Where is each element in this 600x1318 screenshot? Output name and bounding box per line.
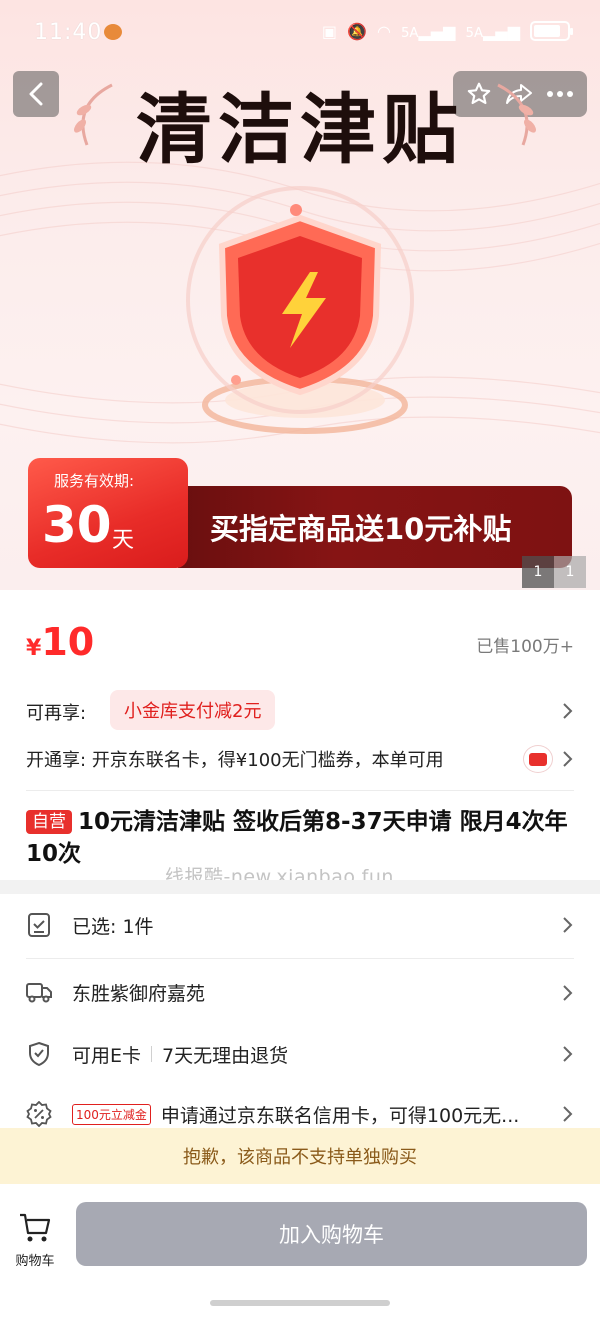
notification-emoji-icon bbox=[104, 24, 122, 40]
price-symbol: ¥ bbox=[26, 636, 42, 661]
cart-label: 购物车 bbox=[15, 1254, 55, 1269]
cart-button[interactable]: 购物车 bbox=[10, 1212, 60, 1269]
price: ¥10 bbox=[26, 620, 94, 664]
pager-current: 1 bbox=[522, 556, 554, 588]
banner-left-panel: 服务有效期: 30 天 bbox=[28, 458, 188, 568]
coupon-tag: 100元立减金 bbox=[72, 1103, 151, 1125]
validity-banner: 服务有效期: 30 天 买指定商品送10元补贴 bbox=[28, 458, 572, 568]
purchase-notice: 抱歉，该商品不支持单独购买 bbox=[0, 1128, 600, 1184]
signal-icon: 5A▂▄▆ bbox=[400, 21, 456, 41]
mute-icon: 🔕 bbox=[347, 21, 367, 41]
nfc-icon: ▣ bbox=[321, 21, 338, 41]
battery-icon bbox=[530, 21, 573, 41]
signal-icon: 5A▂▄▆ bbox=[465, 21, 520, 41]
banner-tag: 服务有效期: bbox=[54, 472, 135, 490]
divider bbox=[26, 790, 574, 791]
chevron-right-icon[interactable] bbox=[560, 984, 574, 1002]
address-row[interactable]: 东胜紫御府嘉苑 bbox=[26, 972, 574, 1012]
service-row[interactable]: 可用E卡 7天无理由退货 bbox=[26, 1034, 574, 1074]
card-offer[interactable]: 开通享: 开京东联名卡，得¥100无门槛券，本单可用 bbox=[26, 746, 516, 772]
selected-row[interactable]: 已选: 1件 bbox=[26, 905, 574, 945]
bottom-bar: 购物车 加入购物车 bbox=[0, 1186, 600, 1318]
banner-text: 买指定商品送10元补贴 bbox=[210, 512, 512, 546]
section-separator bbox=[0, 880, 600, 894]
chevron-right-icon[interactable] bbox=[560, 750, 574, 768]
banner-number: 30 bbox=[42, 496, 112, 554]
card-offer-text: 开京东联名卡，得¥100无门槛券，本单可用 bbox=[91, 750, 444, 771]
status-time: 11:40 bbox=[34, 20, 103, 45]
delivery-truck-icon bbox=[26, 979, 52, 1005]
checklist-icon bbox=[26, 912, 52, 938]
image-pager: 1 1 bbox=[522, 556, 586, 588]
status-icons: ▣ 🔕 ◠ 5A▂▄▆ 5A▂▄▆ bbox=[321, 21, 573, 41]
home-indicator[interactable] bbox=[210, 1300, 390, 1306]
chevron-right-icon[interactable] bbox=[560, 1045, 574, 1063]
add-to-cart-button[interactable]: 加入购物车 bbox=[76, 1202, 587, 1266]
card-offer-label: 开通享: bbox=[26, 750, 87, 771]
hero-title: 清洁津贴 bbox=[136, 85, 464, 174]
chevron-right-icon[interactable] bbox=[560, 1105, 574, 1123]
promo-label: 可再享: bbox=[26, 703, 87, 724]
promo-chip[interactable]: 小金库支付减2元 bbox=[110, 690, 276, 730]
status-bar: 11:40 ▣ 🔕 ◠ 5A▂▄▆ 5A▂▄▆ bbox=[0, 0, 600, 66]
pager-total: 1 bbox=[554, 556, 586, 588]
product-title-text: 10元清洁津贴 签收后第8-37天申请 限月4次年10次 bbox=[26, 809, 568, 867]
credit-card-icon bbox=[524, 746, 552, 772]
wifi-icon: ◠ bbox=[376, 21, 391, 41]
address-text: 东胜紫御府嘉苑 bbox=[72, 982, 206, 1005]
hero-banner: 11:40 ▣ 🔕 ◠ 5A▂▄▆ 5A▂▄▆ 清洁津贴 服务有效期: 30 天… bbox=[0, 0, 600, 590]
discount-badge-icon bbox=[26, 1101, 52, 1127]
separator bbox=[151, 1046, 153, 1062]
product-title: 自营 10元清洁津贴 签收后第8-37天申请 限月4次年10次 bbox=[26, 806, 574, 870]
chevron-right-icon[interactable] bbox=[560, 916, 574, 934]
price-value: 10 bbox=[41, 620, 95, 664]
banner-unit: 天 bbox=[112, 528, 135, 553]
chevron-right-icon[interactable] bbox=[560, 702, 574, 720]
divider bbox=[26, 958, 574, 959]
shopping-cart-icon bbox=[20, 1213, 51, 1242]
coupon-text: 申请通过京东联名信用卡，可得100元无... bbox=[160, 1104, 520, 1127]
ecard-text: 可用E卡 bbox=[72, 1044, 142, 1067]
sold-count: 已售100万+ bbox=[476, 637, 574, 657]
self-operated-tag: 自营 bbox=[26, 810, 72, 834]
shield-check-icon bbox=[26, 1041, 52, 1067]
selected-text: 已选: 1件 bbox=[72, 915, 154, 938]
returns-text: 7天无理由退货 bbox=[162, 1044, 289, 1067]
